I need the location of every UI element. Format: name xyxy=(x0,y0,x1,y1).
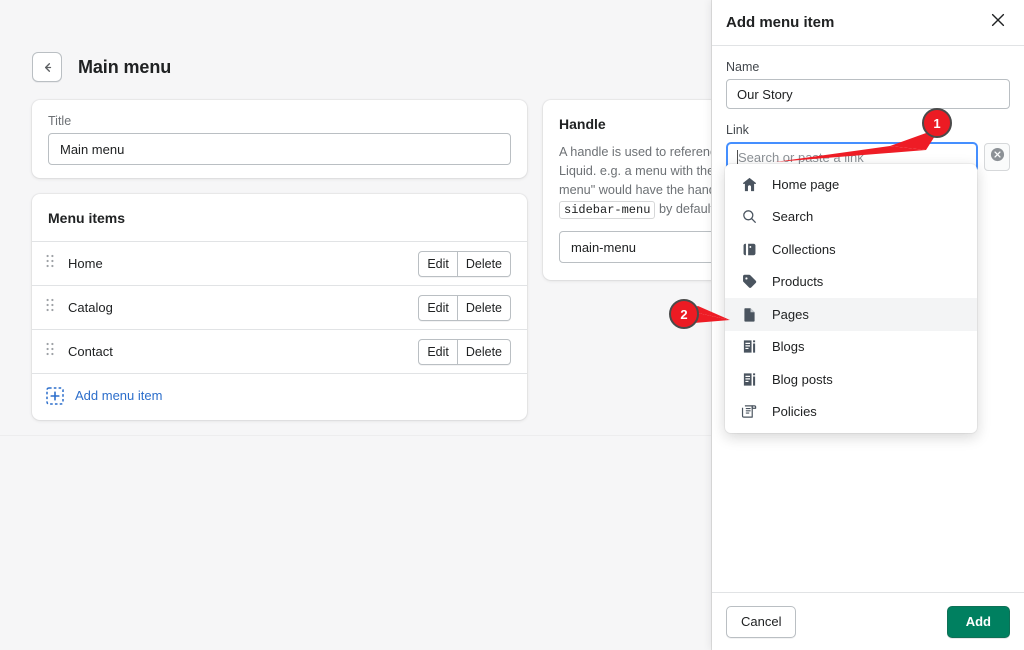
clear-link-button[interactable] xyxy=(984,143,1010,171)
name-input[interactable]: Our Story xyxy=(726,79,1010,109)
add-menu-item-label: Add menu item xyxy=(75,388,163,403)
menu-items-card: Menu items Home Edit Delete Catalog Edit… xyxy=(32,194,527,420)
handle-input[interactable]: main-menu xyxy=(559,231,712,263)
edit-button[interactable]: Edit xyxy=(418,294,458,321)
blog-icon xyxy=(739,337,759,357)
policy-icon xyxy=(739,402,759,422)
edit-button[interactable]: Edit xyxy=(418,338,458,365)
panel-header: Add menu item xyxy=(712,0,1024,46)
panel-body: Name Our Story Link Search or paste a li… xyxy=(712,46,1024,592)
collection-icon xyxy=(739,239,759,259)
screen: Main menu Title Main menu Menu items Hom… xyxy=(0,0,1024,650)
dropdown-item-policies[interactable]: Policies xyxy=(725,396,977,429)
row-actions: Edit Delete xyxy=(418,294,511,321)
add-square-icon xyxy=(46,386,64,405)
add-menu-item-panel: Add menu item Name Our Story Link Search… xyxy=(712,0,1024,650)
menu-item-label: Catalog xyxy=(68,300,113,315)
delete-button[interactable]: Delete xyxy=(457,250,511,277)
dropdown-item-label: Blogs xyxy=(772,339,805,355)
handle-desc-line3: menu" would have the handle xyxy=(559,183,712,197)
drag-handle-icon[interactable] xyxy=(46,298,60,317)
page-title: Main menu xyxy=(78,56,172,77)
title-field-label: Title xyxy=(48,114,72,128)
product-tag-icon xyxy=(739,272,759,292)
dropdown-item-collections[interactable]: Collections xyxy=(725,233,977,266)
dropdown-item-home-page[interactable]: Home page xyxy=(725,168,977,201)
edit-button[interactable]: Edit xyxy=(418,250,458,277)
add-button[interactable]: Add xyxy=(946,605,1010,638)
dropdown-item-label: Pages xyxy=(772,306,809,322)
handle-code-chip: sidebar-menu xyxy=(559,201,656,219)
page-icon xyxy=(739,304,759,324)
annotation-badge-1: 1 xyxy=(922,108,952,138)
handle-desc-line2: Liquid. e.g. a menu with the ti xyxy=(559,164,712,178)
menu-item-label: Contact xyxy=(68,344,113,359)
dropdown-item-search[interactable]: Search xyxy=(725,201,977,234)
link-input-placeholder: Search or paste a link xyxy=(738,149,864,165)
dropdown-item-label: Blog posts xyxy=(772,371,833,387)
clear-circle-icon xyxy=(990,147,1005,167)
delete-button[interactable]: Delete xyxy=(457,294,511,321)
handle-desc-line4: by default. xyxy=(658,202,712,216)
annotation-badge-number: 2 xyxy=(680,306,688,322)
panel-footer: Cancel Add xyxy=(712,592,1024,650)
close-button[interactable] xyxy=(984,9,1012,37)
drag-handle-icon[interactable] xyxy=(46,342,60,361)
name-field-label: Name xyxy=(726,60,760,74)
title-card: Title Main menu xyxy=(32,100,527,178)
table-row[interactable]: Home Edit Delete xyxy=(32,241,527,285)
dropdown-item-label: Products xyxy=(772,274,824,290)
handle-card: Handle A handle is used to reference Liq… xyxy=(543,100,712,280)
search-icon xyxy=(739,207,759,227)
dropdown-item-pages[interactable]: Pages xyxy=(725,298,977,331)
blog-post-icon xyxy=(739,369,759,389)
menu-item-label: Home xyxy=(68,256,103,271)
row-actions: Edit Delete xyxy=(418,338,511,365)
dropdown-item-blog-posts[interactable]: Blog posts xyxy=(725,363,977,396)
handle-desc-line1: A handle is used to reference xyxy=(559,145,712,159)
dropdown-item-blogs[interactable]: Blogs xyxy=(725,331,977,364)
content-divider xyxy=(0,435,712,436)
title-input[interactable]: Main menu xyxy=(48,133,511,165)
panel-title: Add menu item xyxy=(726,14,835,31)
dropdown-item-label: Home page xyxy=(772,176,840,192)
handle-description: A handle is used to reference Liquid. e.… xyxy=(559,143,712,219)
page-header: Main menu xyxy=(32,52,171,82)
annotation-badge-number: 1 xyxy=(933,115,941,131)
drag-handle-icon[interactable] xyxy=(46,254,60,273)
menu-items-heading: Menu items xyxy=(48,210,126,226)
arrow-left-icon xyxy=(40,60,55,75)
link-field-label: Link xyxy=(726,123,749,137)
back-button[interactable] xyxy=(32,52,62,82)
table-row[interactable]: Contact Edit Delete xyxy=(32,329,527,373)
row-actions: Edit Delete xyxy=(418,250,511,277)
link-suggestions-dropdown: Home page Search Collections Products Pa… xyxy=(725,164,977,433)
menu-editor-page: Main menu Title Main menu Menu items Hom… xyxy=(0,0,712,650)
home-icon xyxy=(739,174,759,194)
handle-heading: Handle xyxy=(559,116,606,132)
dropdown-item-products[interactable]: Products xyxy=(725,266,977,299)
annotation-badge-2: 2 xyxy=(669,299,699,329)
dropdown-item-label: Collections xyxy=(772,241,836,257)
cancel-button[interactable]: Cancel xyxy=(726,605,797,638)
close-icon xyxy=(990,12,1006,33)
dropdown-item-label: Search xyxy=(772,209,814,225)
dropdown-item-label: Policies xyxy=(772,404,817,420)
table-row[interactable]: Catalog Edit Delete xyxy=(32,285,527,329)
add-menu-item-button[interactable]: Add menu item xyxy=(32,373,527,417)
delete-button[interactable]: Delete xyxy=(457,338,511,365)
